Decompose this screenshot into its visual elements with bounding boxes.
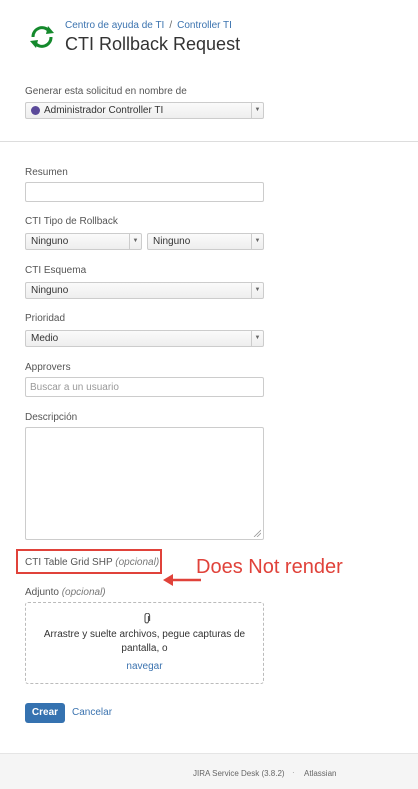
description-textarea[interactable] xyxy=(25,427,264,540)
breadcrumb: Centro de ayuda de TI / Controller TI xyxy=(65,20,232,31)
resize-grip-icon[interactable] xyxy=(253,529,261,537)
approvers-input[interactable]: Buscar a un usuario xyxy=(25,377,264,397)
attachment-label-text: Adjunto xyxy=(25,587,59,598)
chevron-down-icon: ▼ xyxy=(251,234,263,249)
section-divider xyxy=(0,141,418,142)
attachment-label: Adjunto (opcional) xyxy=(25,587,106,598)
rollback-type-select-1[interactable]: Ninguno ▼ xyxy=(25,233,142,250)
page-title: CTI Rollback Request xyxy=(65,34,241,54)
chevron-down-icon: ▼ xyxy=(251,283,263,298)
browse-link[interactable]: navegar xyxy=(26,661,263,672)
schema-value: Ninguno xyxy=(31,285,69,296)
user-avatar-icon xyxy=(31,106,40,115)
summary-input[interactable] xyxy=(25,182,264,202)
footer-separator: · xyxy=(292,768,295,777)
schema-label: CTI Esquema xyxy=(25,265,87,276)
schema-select[interactable]: Ninguno ▼ xyxy=(25,282,264,299)
chevron-down-icon: ▼ xyxy=(251,103,263,118)
on-behalf-value: Administrador Controller TI xyxy=(44,105,164,116)
priority-value: Medio xyxy=(31,333,59,344)
approvers-label: Approvers xyxy=(25,362,71,373)
rollback-type-value-1: Ninguno xyxy=(31,236,69,247)
approvers-placeholder: Buscar a un usuario xyxy=(30,382,119,393)
dropzone-text-1: Arrastre y suelte archivos, pegue captur… xyxy=(43,629,246,640)
rollback-type-select-2[interactable]: Ninguno ▼ xyxy=(147,233,264,250)
description-label: Descripción xyxy=(25,412,78,423)
priority-label: Prioridad xyxy=(25,313,66,324)
on-behalf-select[interactable]: Administrador Controller TI ▼ xyxy=(25,102,264,119)
breadcrumb-link-controller[interactable]: Controller TI xyxy=(177,20,232,31)
cancel-link[interactable]: Cancelar xyxy=(72,707,112,718)
paperclip-icon xyxy=(144,613,151,624)
dropzone-text-2: pantalla, o xyxy=(121,643,168,654)
annotation-text: Does Not render xyxy=(196,556,343,578)
priority-select[interactable]: Medio ▼ xyxy=(25,330,264,347)
rollback-type-label: CTI Tipo de Rollback xyxy=(25,216,118,227)
create-button[interactable]: Crear xyxy=(25,703,65,723)
chevron-down-icon: ▼ xyxy=(251,331,263,346)
annotation-highlight-box xyxy=(16,549,162,574)
rollback-type-value-2: Ninguno xyxy=(153,236,191,247)
footer-vendor-link[interactable]: Atlassian xyxy=(304,769,336,778)
on-behalf-label: Generar esta solicitud en nombre de xyxy=(25,86,187,97)
breadcrumb-link-help-center[interactable]: Centro de ayuda de TI xyxy=(65,20,164,31)
breadcrumb-separator: / xyxy=(169,20,173,31)
attachment-dropzone[interactable]: Arrastre y suelte archivos, pegue captur… xyxy=(25,602,264,684)
refresh-cycle-icon xyxy=(30,26,54,48)
chevron-down-icon: ▼ xyxy=(129,234,141,249)
attachment-optional: (opcional) xyxy=(61,587,106,598)
summary-label: Resumen xyxy=(25,167,68,178)
footer-product-link[interactable]: JIRA Service Desk (3.8.2) xyxy=(193,769,285,778)
